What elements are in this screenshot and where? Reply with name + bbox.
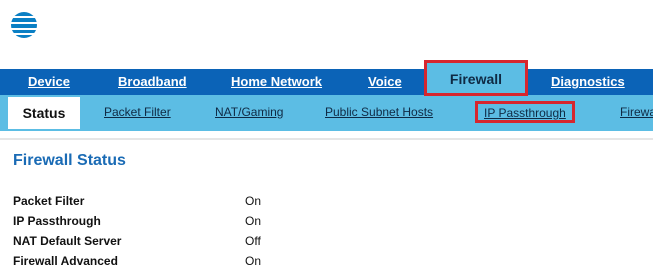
subnav-status-tab[interactable]: Status <box>8 97 80 129</box>
att-globe-logo-icon <box>11 12 37 38</box>
nav-diagnostics[interactable]: Diagnostics <box>551 69 625 95</box>
section-title: Firewall Status <box>13 152 126 169</box>
status-label: IP Passthrough <box>13 214 101 228</box>
nav-broadband[interactable]: Broadband <box>118 69 187 95</box>
subnav-ip-passthrough[interactable]: IP Passthrough <box>475 101 575 123</box>
subnav-public-subnet-hosts[interactable]: Public Subnet Hosts <box>325 95 433 131</box>
nav-firewall-active-tab[interactable]: Firewall <box>424 60 528 96</box>
subnav-packet-filter[interactable]: Packet Filter <box>104 95 171 131</box>
firewall-status-page: Device Broadband Home Network Voice Diag… <box>0 0 653 273</box>
section-divider <box>0 138 653 140</box>
status-value: Off <box>245 234 261 248</box>
status-label: Packet Filter <box>13 194 85 208</box>
status-value: On <box>245 254 262 268</box>
nav-device[interactable]: Device <box>28 69 70 95</box>
subnav-nat-gaming[interactable]: NAT/Gaming <box>215 95 283 131</box>
status-label: Firewall Advanced <box>13 254 118 268</box>
status-value: On <box>245 194 262 208</box>
main-nav-bar: Device Broadband Home Network Voice Diag… <box>0 69 653 95</box>
sub-nav-bar: Status Packet Filter NAT/Gaming Public S… <box>0 95 653 131</box>
nav-voice[interactable]: Voice <box>368 69 402 95</box>
nav-home-network[interactable]: Home Network <box>231 69 322 95</box>
status-label: NAT Default Server <box>13 234 122 248</box>
status-value: On <box>245 214 262 228</box>
subnav-firewall[interactable]: Firewall <box>620 95 653 131</box>
